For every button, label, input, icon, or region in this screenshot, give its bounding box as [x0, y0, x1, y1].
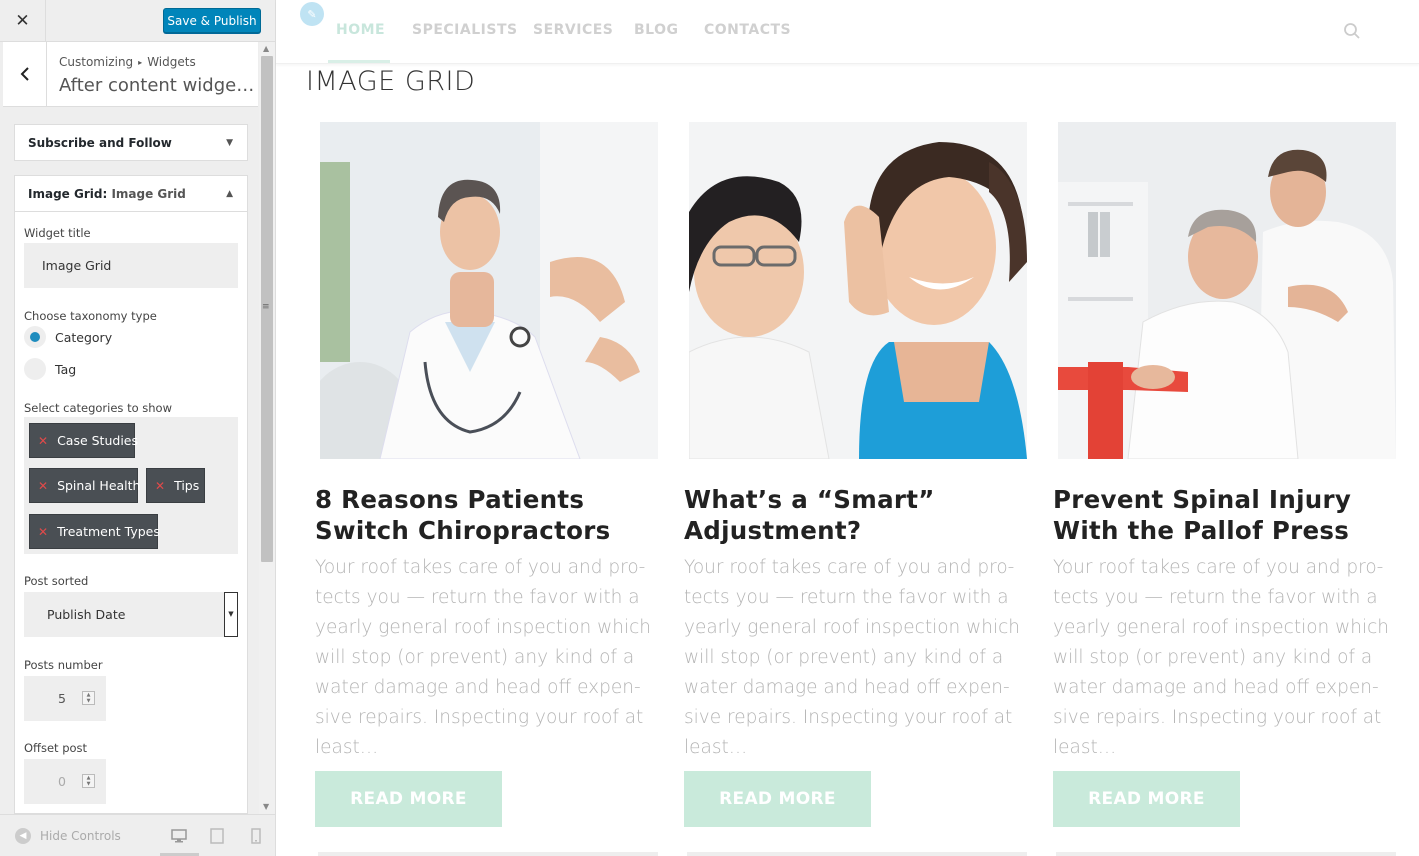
widget-image-grid[interactable]: Image Grid: Image Grid ▲: [14, 175, 248, 212]
section-title: IMAGE GRID: [306, 66, 476, 97]
category-chip[interactable]: ✕ Treatment Types: [29, 514, 160, 549]
breadcrumb: Customizing ▸ Widgets: [59, 55, 196, 69]
category-chip[interactable]: ✕ Case Studies: [29, 423, 138, 458]
post-sorted-label: Post sorted: [24, 574, 89, 588]
site-navbar: ✎ HOME SPECIALISTS SERVICES BLOG CONTACT…: [276, 0, 1419, 64]
site-preview: ✎ HOME SPECIALISTS SERVICES BLOG CONTACT…: [276, 0, 1419, 856]
next-row-edge: [687, 852, 1027, 856]
stepper-arrows-icon[interactable]: ▲ ▼: [82, 774, 95, 788]
panel-title: After content widget a...: [59, 75, 255, 96]
nav-item-services[interactable]: SERVICES: [533, 22, 613, 38]
radio-category-label: Category: [55, 330, 113, 345]
widget-title-label: Widget title: [24, 226, 91, 240]
nav-item-home[interactable]: HOME: [336, 22, 385, 38]
card-image[interactable]: [689, 122, 1027, 459]
next-row-edge: [1056, 852, 1396, 856]
chip-label: Tips: [174, 478, 200, 493]
posts-number-value: 5: [58, 691, 66, 706]
card-excerpt: Your roof takes care of you and pro­tect…: [1053, 557, 1390, 758]
read-more-button[interactable]: READ MORE: [315, 771, 502, 827]
sidebar-scrollbar[interactable]: ▲ ≡ ▼: [259, 42, 275, 814]
nav-item-specialists[interactable]: SPECIALISTS: [412, 22, 518, 38]
card-image[interactable]: [1058, 122, 1396, 459]
search-icon[interactable]: [1343, 22, 1361, 40]
mobile-icon[interactable]: [248, 828, 264, 844]
card-title[interactable]: 8 Reasons Patients Switch Chiropractors: [315, 484, 660, 546]
edit-pencil-icon[interactable]: ✎: [300, 2, 324, 26]
widget-title-input[interactable]: Image Grid: [24, 243, 238, 288]
close-icon[interactable]: ✕: [0, 0, 46, 42]
card-title[interactable]: Prevent Spinal Injury With the Pallof Pr…: [1053, 484, 1398, 546]
read-more-button[interactable]: READ MORE: [1053, 771, 1240, 827]
categories-label: Select categories to show: [24, 401, 172, 415]
posts-number-stepper[interactable]: 5 ▲ ▼: [24, 676, 106, 721]
widget-name: Image Grid: [111, 186, 186, 201]
nav-item-blog[interactable]: BLOG: [634, 22, 679, 38]
active-nav-underline: [328, 60, 390, 63]
back-arrow-icon[interactable]: [3, 42, 47, 106]
remove-icon[interactable]: ✕: [38, 479, 48, 493]
remove-icon[interactable]: ✕: [38, 434, 48, 448]
save-publish-button[interactable]: Save & Publish: [163, 8, 261, 33]
radio-tag[interactable]: [24, 358, 46, 380]
widget-subscribe-follow[interactable]: Subscribe and Follow ▼: [14, 124, 248, 161]
read-more-button[interactable]: READ MORE: [684, 771, 871, 827]
chip-label: Case Studies: [57, 433, 138, 448]
chip-label: Spinal Health: [57, 478, 141, 493]
desktop-icon[interactable]: [171, 828, 187, 844]
radio-category[interactable]: [24, 326, 46, 348]
card-image[interactable]: [320, 122, 658, 459]
customizer-footer: ◀ Hide Controls: [0, 814, 275, 856]
customizer-app: ✕ Save & Publish Customizing ▸ Widgets Aft…: [0, 0, 1419, 856]
posts-number-label: Posts number: [24, 658, 103, 672]
collapse-arrow-icon[interactable]: ▲: [226, 189, 233, 199]
customizer-sidebar: ✕ Save & Publish Customizing ▸ Widgets Aft…: [0, 0, 276, 856]
expand-arrow-icon[interactable]: ▼: [226, 138, 233, 148]
scroll-up-icon[interactable]: ▲: [263, 44, 269, 53]
scroll-down-icon[interactable]: ▼: [263, 802, 269, 811]
card-excerpt: Your roof takes care of you and pro­tect…: [315, 557, 652, 758]
category-chip[interactable]: ✕ Spinal Health: [29, 468, 141, 503]
scroll-grip-icon: ≡: [262, 302, 269, 312]
customizer-topbar: ✕ Save & Publish: [0, 0, 275, 42]
widget-title: Subscribe and Follow: [28, 135, 172, 150]
category-chip[interactable]: ✕ Tips: [146, 468, 205, 503]
breadcrumb-panel: Customizing ▸ Widgets After content widget…: [3, 42, 258, 107]
chevron-down-icon[interactable]: ▼: [224, 592, 238, 637]
collapse-circle-icon: ◀: [15, 828, 31, 844]
offset-value: 0: [58, 774, 66, 789]
stepper-arrows-icon[interactable]: ▲ ▼: [82, 691, 95, 705]
remove-icon[interactable]: ✕: [155, 479, 165, 493]
breadcrumb-section: Widgets: [147, 55, 196, 69]
post-sorted-value: Publish Date: [47, 607, 126, 622]
breadcrumb-separator: ▸: [138, 58, 143, 67]
hide-controls-button[interactable]: ◀ Hide Controls: [15, 828, 121, 844]
card-excerpt: Your roof takes care of you and pro­tect…: [684, 557, 1021, 758]
offset-label: Offset post: [24, 741, 88, 755]
widget-type: Image Grid:: [28, 186, 108, 201]
hide-controls-label: Hide Controls: [40, 829, 121, 843]
remove-icon[interactable]: ✕: [38, 525, 48, 539]
tablet-icon[interactable]: [209, 828, 225, 844]
offset-stepper[interactable]: 0 ▲ ▼: [24, 759, 106, 804]
chip-label: Treatment Types: [57, 524, 160, 539]
post-sorted-select[interactable]: Publish Date ▼: [24, 592, 238, 637]
widget-title: Image Grid: Image Grid: [28, 187, 186, 201]
radio-tag-label: Tag: [55, 362, 77, 377]
next-row-edge: [318, 852, 658, 856]
breadcrumb-root: Customizing: [59, 55, 134, 69]
taxonomy-label: Choose taxonomy type: [24, 309, 157, 323]
nav-item-contacts[interactable]: CONTACTS: [704, 22, 791, 38]
card-title[interactable]: What’s a “Smart” Adjust­ment?: [684, 484, 1029, 546]
